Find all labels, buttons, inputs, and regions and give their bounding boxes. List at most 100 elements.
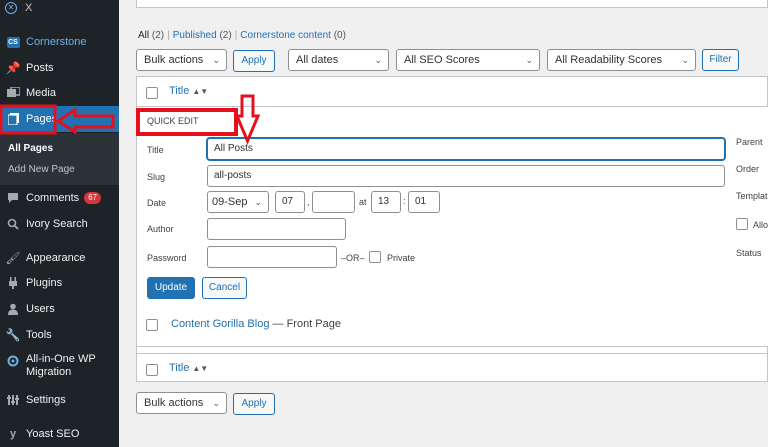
time-separator: : bbox=[403, 196, 406, 206]
parent-label: Parent bbox=[736, 137, 763, 147]
update-button[interactable]: Update bbox=[147, 277, 195, 299]
menu-label: Cornerstone bbox=[26, 36, 87, 48]
title-column-footer[interactable]: Title ▲▼ bbox=[169, 362, 208, 374]
table-row: Content Gorilla Blog — Front Page bbox=[137, 307, 768, 347]
view-published[interactable]: Published (2) bbox=[173, 30, 232, 41]
menu-label: Pages bbox=[26, 113, 58, 125]
row-checkbox[interactable] bbox=[146, 319, 158, 331]
view-filters: All (2) | Published (2) | Cornerstone conten… bbox=[138, 30, 346, 41]
private-checkbox[interactable] bbox=[369, 251, 381, 263]
month-select[interactable]: 09-Sep ⌄ bbox=[207, 191, 269, 213]
allow-label: Allo bbox=[753, 220, 768, 230]
menu-item-posts[interactable]: 📌 Posts bbox=[0, 55, 119, 81]
menu-label: Comments bbox=[26, 192, 80, 204]
quick-edit-panel: QUICK EDIT Title All Posts Slug all-post… bbox=[137, 107, 768, 307]
author-label: Author bbox=[147, 224, 174, 234]
menu-item-ivory-search[interactable]: Ivory Search bbox=[0, 211, 119, 237]
view-cornerstone[interactable]: Cornerstone content (0) bbox=[240, 30, 346, 41]
chevron-down-icon: ⌄ bbox=[212, 398, 220, 408]
chevron-down-icon: ⌄ bbox=[374, 55, 382, 65]
comment-icon bbox=[6, 191, 20, 205]
template-label: Templat bbox=[736, 191, 768, 201]
menu-item-tools[interactable]: 🔧 Tools bbox=[0, 322, 119, 348]
menu-label: Yoast SEO bbox=[26, 428, 80, 440]
menu-item-pages[interactable]: Pages bbox=[0, 106, 119, 132]
comment-count-badge: 67 bbox=[84, 192, 102, 204]
select-all-checkbox-footer[interactable] bbox=[146, 364, 158, 376]
allow-comments-checkbox[interactable] bbox=[736, 218, 748, 230]
dates-select[interactable]: All dates ⌄ bbox=[288, 49, 389, 71]
minute-input[interactable]: 01 bbox=[408, 191, 440, 213]
title-input[interactable]: All Posts bbox=[207, 138, 725, 160]
menu-item-plugins[interactable]: Plugins bbox=[0, 270, 119, 296]
title-column-header[interactable]: Title ▲▼ bbox=[169, 85, 208, 97]
date-separator: , bbox=[307, 197, 310, 207]
wrench-icon: 🔧 bbox=[5, 328, 21, 342]
page-title-link[interactable]: Content Gorilla Blog — Front Page bbox=[171, 318, 341, 330]
sort-icon: ▲▼ bbox=[192, 87, 209, 96]
close-menu-button[interactable]: ✕ X bbox=[5, 2, 32, 14]
view-all[interactable]: All (2) bbox=[138, 30, 164, 41]
menu-item-users[interactable]: Users bbox=[0, 296, 119, 322]
menu-label: Settings bbox=[26, 394, 66, 406]
menu-item-comments[interactable]: Comments 67 bbox=[0, 185, 119, 211]
menu-label: Tools bbox=[26, 329, 52, 341]
menu-label: Plugins bbox=[26, 277, 63, 289]
paintbrush-icon: 🖌 bbox=[5, 251, 21, 265]
status-label: Status bbox=[736, 248, 762, 258]
yoast-icon: y bbox=[9, 428, 17, 440]
bulk-actions-value: Bulk actions bbox=[144, 397, 204, 409]
password-label: Password bbox=[147, 253, 187, 263]
view-all-label: All bbox=[138, 30, 150, 41]
submenu-all-pages[interactable]: All Pages bbox=[8, 143, 53, 154]
pushpin-icon: 📌 bbox=[5, 61, 21, 75]
private-label: Private bbox=[387, 253, 416, 263]
menu-label: Appearance bbox=[26, 252, 86, 264]
view-cornerstone-count: (0) bbox=[333, 30, 346, 41]
cancel-button[interactable]: Cancel bbox=[202, 277, 247, 299]
sort-icon: ▲▼ bbox=[192, 364, 209, 373]
title-column-label: Title bbox=[169, 362, 190, 374]
page-state: — Front Page bbox=[269, 318, 342, 330]
table-footer-row: Title ▲▼ bbox=[137, 353, 768, 383]
cornerstone-icon: CS bbox=[6, 36, 20, 48]
pages-table: Title ▲▼ QUICK EDIT Title All Posts Slug … bbox=[136, 76, 768, 382]
close-label: X bbox=[25, 2, 33, 14]
readability-scores-select[interactable]: All Readability Scores ⌄ bbox=[547, 49, 696, 71]
year-input[interactable] bbox=[312, 191, 355, 213]
author-select[interactable] bbox=[207, 218, 346, 240]
quick-edit-heading: QUICK EDIT bbox=[147, 116, 199, 126]
menu-item-appearance[interactable]: 🖌 Appearance bbox=[0, 245, 119, 271]
menu-label: Posts bbox=[26, 62, 54, 74]
page-title: Content Gorilla Blog bbox=[171, 318, 270, 330]
chevron-down-icon: ⌄ bbox=[525, 55, 533, 65]
menu-item-media[interactable]: Media bbox=[0, 80, 119, 106]
plugin-icon bbox=[6, 276, 20, 290]
menu-item-yoast-seo[interactable]: y Yoast SEO bbox=[0, 421, 119, 447]
slug-input[interactable]: all-posts bbox=[207, 165, 725, 187]
menu-label: Users bbox=[26, 303, 55, 315]
apply-button-bottom[interactable]: Apply bbox=[233, 393, 275, 415]
menu-item-settings[interactable]: Settings bbox=[0, 387, 119, 413]
or-text: –OR– bbox=[341, 253, 365, 263]
menu-label: All-in-One WP Migration bbox=[26, 353, 96, 378]
day-input[interactable]: 07 bbox=[275, 191, 305, 213]
bulk-actions-select-bottom[interactable]: Bulk actions ⌄ bbox=[136, 392, 227, 414]
seo-scores-select[interactable]: All SEO Scores ⌄ bbox=[396, 49, 540, 71]
password-input[interactable] bbox=[207, 246, 337, 268]
view-cornerstone-label: Cornerstone content bbox=[240, 30, 331, 41]
submenu-add-new-page[interactable]: Add New Page bbox=[8, 164, 75, 175]
user-icon bbox=[6, 302, 20, 316]
apply-button[interactable]: Apply bbox=[233, 50, 275, 72]
chevron-down-icon: ⌄ bbox=[681, 55, 689, 65]
month-value: 09-Sep bbox=[212, 196, 248, 208]
seo-scores-value: All SEO Scores bbox=[404, 54, 480, 66]
hour-input[interactable]: 13 bbox=[371, 191, 401, 213]
select-all-checkbox[interactable] bbox=[146, 87, 158, 99]
filter-button[interactable]: Filter bbox=[702, 49, 739, 71]
chevron-down-icon: ⌄ bbox=[254, 197, 262, 207]
bulk-actions-select[interactable]: Bulk actions ⌄ bbox=[136, 49, 227, 71]
menu-item-cornerstone[interactable]: CS Cornerstone bbox=[0, 29, 119, 55]
menu-item-all-in-one-wp-migration[interactable]: All-in-One WP Migration bbox=[0, 353, 119, 383]
date-label: Date bbox=[147, 198, 167, 208]
